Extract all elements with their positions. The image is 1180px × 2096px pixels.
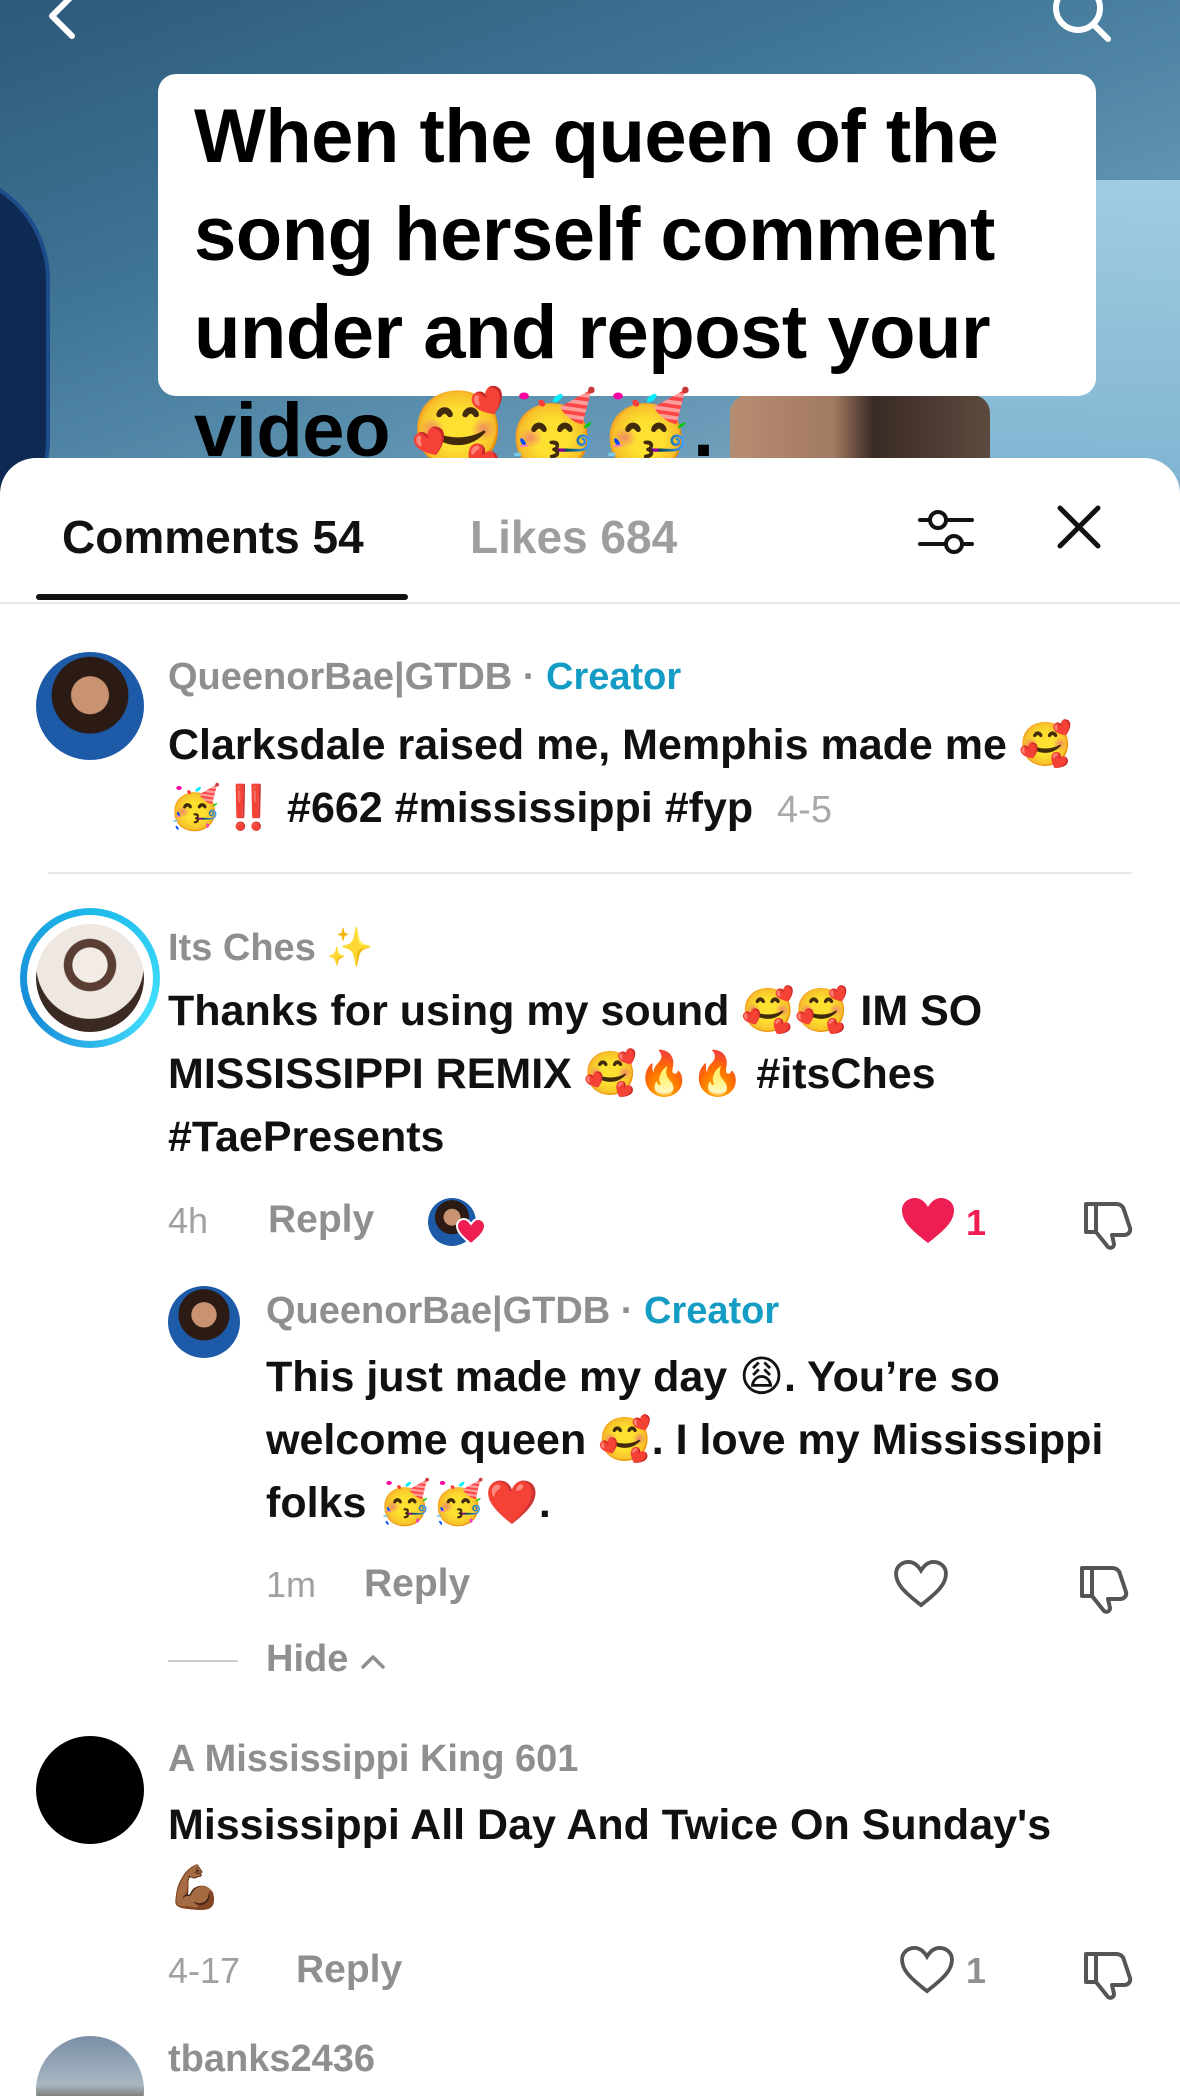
tab-comments-label: Comments 54	[62, 511, 364, 563]
avatar[interactable]	[36, 652, 144, 760]
comment-username[interactable]: QueenorBae|GTDB · Creator	[168, 656, 681, 699]
thumbs-down-icon	[1084, 1202, 1133, 1250]
tab-comments[interactable]: Comments 54	[62, 510, 364, 564]
comment-text: Clarksdale raised me, Memphis made me 🥰🥳…	[168, 714, 1128, 842]
thumbs-down-icon	[1080, 1566, 1129, 1614]
like-count: 1	[966, 1950, 987, 1991]
reply-button[interactable]: Reply	[296, 1948, 402, 1992]
filter-button[interactable]	[916, 502, 976, 562]
comments-sheet: Comments 54 Likes 684 QueenorBae|GTDB · …	[0, 458, 1180, 2096]
chevron-up-icon	[361, 1655, 385, 1669]
like-button[interactable]	[900, 1945, 954, 1999]
dislike-button[interactable]	[1076, 1562, 1132, 1619]
separator-dot: ·	[512, 656, 547, 698]
comment-body: Clarksdale raised me, Memphis made me 🥰🥳…	[168, 721, 1073, 832]
divider	[48, 872, 1132, 874]
comment-text: Thanks for using my sound 🥰🥰 IM SO MISSI…	[168, 987, 983, 1161]
hide-replies-line	[168, 1660, 238, 1662]
avatar[interactable]	[36, 2036, 144, 2096]
tab-bar: Comments 54 Likes 684	[0, 458, 1180, 604]
separator-dot: ·	[610, 1290, 645, 1332]
username-text: QueenorBae|GTDB	[266, 1290, 611, 1332]
avatar[interactable]	[168, 1286, 240, 1358]
reply-text: This just made my day 😩. You’re so welco…	[266, 1353, 1104, 1527]
like-count: 1	[966, 1202, 987, 1243]
close-icon	[1057, 505, 1101, 549]
comment-text: Mississippi All Day And Twice On Sunday'…	[168, 1801, 1052, 1912]
creator-badge: Creator	[546, 656, 682, 698]
story-ring-avatar[interactable]	[20, 908, 160, 1048]
dislike-button[interactable]	[1080, 1948, 1136, 2005]
avatar	[36, 924, 144, 1032]
tab-likes[interactable]: Likes 684	[470, 510, 677, 564]
chevron-left-icon	[49, 0, 75, 39]
comment-username[interactable]: QueenorBae|GTDB · Creator	[266, 1290, 779, 1333]
dislike-button[interactable]	[1080, 1198, 1136, 1255]
username-text: QueenorBae|GTDB	[168, 656, 513, 698]
back-button[interactable]	[40, 0, 90, 44]
heart-icon	[456, 1218, 486, 1246]
creator-liked-indicator	[428, 1198, 488, 1250]
like-button[interactable]	[900, 1196, 956, 1251]
active-tab-indicator	[36, 594, 408, 600]
close-button[interactable]	[1054, 502, 1104, 552]
search-icon	[1053, 0, 1111, 42]
hide-label: Hide	[266, 1638, 349, 1680]
thumbs-down-icon	[1084, 1952, 1133, 2000]
heart-icon	[900, 1945, 954, 1994]
comment-date: 4-5	[777, 789, 832, 831]
comment-username[interactable]: A Mississippi King 601	[168, 1738, 578, 1781]
video-caption: When the queen of the song herself comme…	[194, 94, 999, 473]
creator-badge: Creator	[644, 1290, 780, 1332]
hide-replies-button[interactable]: Hide	[266, 1638, 387, 1681]
like-button[interactable]	[894, 1559, 948, 1613]
comment-time: 4h	[168, 1200, 209, 1241]
comment-username[interactable]: Its Ches ✨	[168, 926, 374, 970]
sliders-icon	[918, 510, 974, 554]
comment-username[interactable]: tbanks2436	[168, 2038, 375, 2081]
tab-likes-label: Likes 684	[470, 511, 678, 563]
reply-button[interactable]: Reply	[268, 1198, 374, 1242]
heart-icon	[902, 1198, 954, 1243]
heart-icon	[894, 1559, 948, 1608]
comment-time: 1m	[266, 1564, 317, 1605]
reply-button[interactable]: Reply	[364, 1562, 470, 1606]
search-button[interactable]	[1052, 0, 1112, 42]
avatar[interactable]	[36, 1736, 144, 1844]
comment-time: 4-17	[168, 1950, 241, 1991]
